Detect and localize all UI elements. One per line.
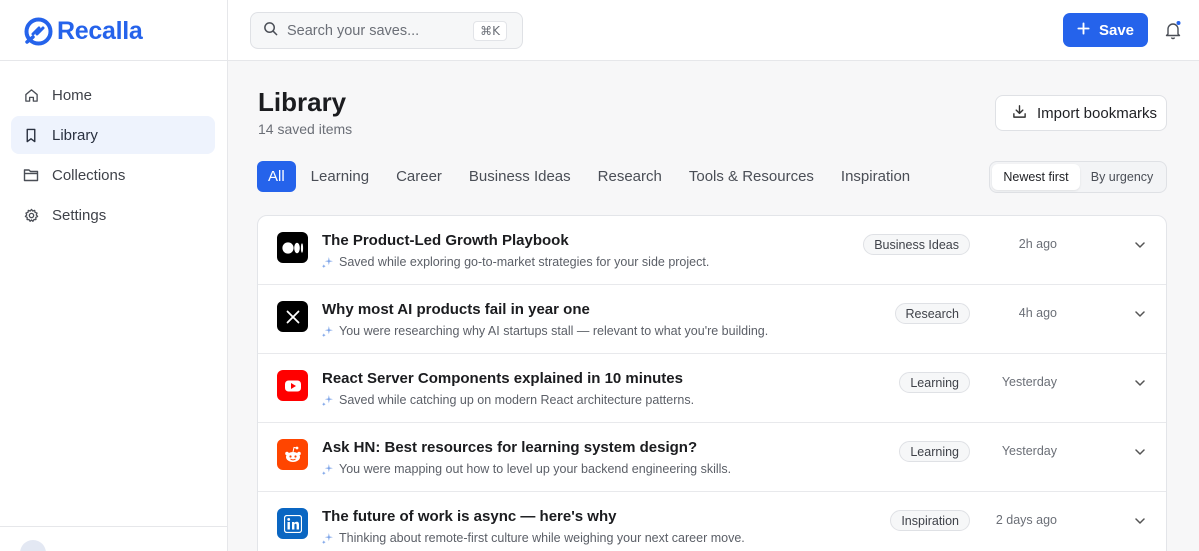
sidebar-footer-divider — [0, 526, 228, 527]
sidebar-item-settings[interactable]: Settings — [11, 196, 215, 234]
top-bar: ⌘K Save — [228, 0, 1199, 61]
item-title: Ask HN: Best resources for learning syst… — [322, 439, 698, 456]
tab-tools-resources[interactable]: Tools & Resources — [676, 161, 827, 192]
sidebar-item-collections[interactable]: Collections — [11, 156, 215, 194]
sort-newest-first[interactable]: Newest first — [992, 164, 1080, 190]
sidebar-item-home[interactable]: Home — [11, 76, 215, 114]
chevron-down-icon[interactable] — [1133, 238, 1147, 252]
sidebar-item-label: Library — [52, 126, 98, 144]
reddit-icon — [277, 439, 308, 470]
item-context-note: Saved while catching up on modern React … — [322, 393, 694, 407]
search-input[interactable] — [287, 22, 467, 39]
avatar — [20, 540, 46, 551]
brand-name: Recalla — [57, 16, 143, 45]
sidebar-divider — [0, 60, 228, 61]
sidebar: Recalla Home Library Collections Setting… — [0, 0, 228, 551]
save-button-label: Save — [1098, 21, 1135, 39]
item-timestamp: 4h ago — [1018, 306, 1057, 320]
sparkle-icon — [322, 394, 333, 406]
youtube-icon — [277, 370, 308, 401]
download-icon — [1012, 104, 1027, 123]
category-badge: Learning — [899, 372, 970, 393]
item-note-text: You were researching why AI startups sta… — [339, 324, 769, 338]
sidebar-nav: Home Library Collections Settings — [11, 76, 215, 236]
item-note-text: Saved while catching up on modern React … — [339, 393, 695, 407]
item-context-note: You were mapping out how to level up you… — [322, 462, 731, 476]
gear-icon — [23, 207, 39, 223]
chevron-down-icon[interactable] — [1133, 307, 1147, 321]
item-context-note: Saved while exploring go-to-market strat… — [322, 255, 709, 269]
item-timestamp: Yesterday — [1001, 375, 1057, 389]
bookmark-icon — [23, 127, 39, 143]
chevron-down-icon[interactable] — [1133, 376, 1147, 390]
linkedin-icon — [277, 508, 308, 539]
sidebar-item-library[interactable]: Library — [11, 116, 215, 154]
sparkle-icon — [322, 325, 333, 337]
search-shortcut-hint: ⌘K — [473, 21, 507, 41]
category-badge: Research — [894, 303, 970, 324]
item-context-note: Thinking about remote-first culture whil… — [322, 531, 745, 545]
list-item[interactable]: The Product-Led Growth Playbook Saved wh… — [258, 216, 1166, 285]
recalla-logo-icon — [24, 17, 53, 46]
home-icon — [23, 87, 39, 103]
item-title: Why most AI products fail in year one — [322, 301, 590, 318]
item-title: The future of work is async — here's why — [322, 508, 617, 525]
folder-icon — [23, 167, 39, 183]
medium-icon — [277, 232, 308, 263]
item-timestamp: 2 days ago — [995, 513, 1057, 527]
saved-items-list: The Product-Led Growth Playbook Saved wh… — [257, 215, 1167, 551]
x-icon — [277, 301, 308, 332]
sort-by-urgency[interactable]: By urgency — [1080, 164, 1164, 190]
search-icon — [263, 21, 278, 41]
page-title: Library — [258, 87, 347, 117]
user-profile[interactable] — [20, 540, 46, 551]
item-count: 14 saved items — [258, 121, 353, 137]
sparkle-icon — [322, 463, 333, 475]
tab-all[interactable]: All — [257, 161, 296, 192]
save-button[interactable]: Save — [1063, 13, 1148, 47]
category-badge: Inspiration — [890, 510, 970, 531]
list-item[interactable]: React Server Components explained in 10 … — [258, 354, 1166, 423]
notifications-bell-icon[interactable] — [1164, 20, 1182, 40]
item-note-text: Saved while exploring go-to-market strat… — [339, 255, 710, 269]
brand-logo[interactable]: Recalla — [24, 15, 143, 47]
tab-business-ideas[interactable]: Business Ideas — [456, 161, 584, 192]
tab-career[interactable]: Career — [383, 161, 455, 192]
import-bookmarks-label: Import bookmarks — [1037, 104, 1158, 122]
tab-research[interactable]: Research — [585, 161, 675, 192]
sidebar-item-label: Collections — [52, 166, 126, 184]
sidebar-item-label: Settings — [52, 206, 107, 224]
sparkle-icon — [322, 532, 333, 544]
tab-learning[interactable]: Learning — [298, 161, 382, 192]
item-timestamp: Yesterday — [1001, 444, 1057, 458]
chevron-down-icon[interactable] — [1133, 514, 1147, 528]
item-title: The Product-Led Growth Playbook — [322, 232, 569, 249]
import-bookmarks-button[interactable]: Import bookmarks — [995, 95, 1167, 131]
item-context-note: You were researching why AI startups sta… — [322, 324, 768, 338]
category-tabs: All Learning Career Business Ideas Resea… — [257, 161, 924, 192]
category-badge: Learning — [899, 441, 970, 462]
list-item[interactable]: The future of work is async — here's why… — [258, 492, 1166, 551]
list-item[interactable]: Ask HN: Best resources for learning syst… — [258, 423, 1166, 492]
list-item[interactable]: Why most AI products fail in year one Yo… — [258, 285, 1166, 354]
sort-toggle: Newest first By urgency — [989, 161, 1167, 193]
item-note-text: You were mapping out how to level up you… — [339, 462, 732, 476]
item-timestamp: 2h ago — [1018, 237, 1057, 251]
category-badge: Business Ideas — [863, 234, 970, 255]
plus-icon — [1077, 21, 1090, 39]
item-note-text: Thinking about remote-first culture whil… — [339, 531, 745, 545]
search-box[interactable]: ⌘K — [250, 12, 523, 49]
sparkle-icon — [322, 256, 333, 268]
chevron-down-icon[interactable] — [1133, 445, 1147, 459]
item-title: React Server Components explained in 10 … — [322, 370, 683, 387]
sidebar-item-label: Home — [52, 86, 93, 104]
tab-inspiration[interactable]: Inspiration — [828, 161, 923, 192]
